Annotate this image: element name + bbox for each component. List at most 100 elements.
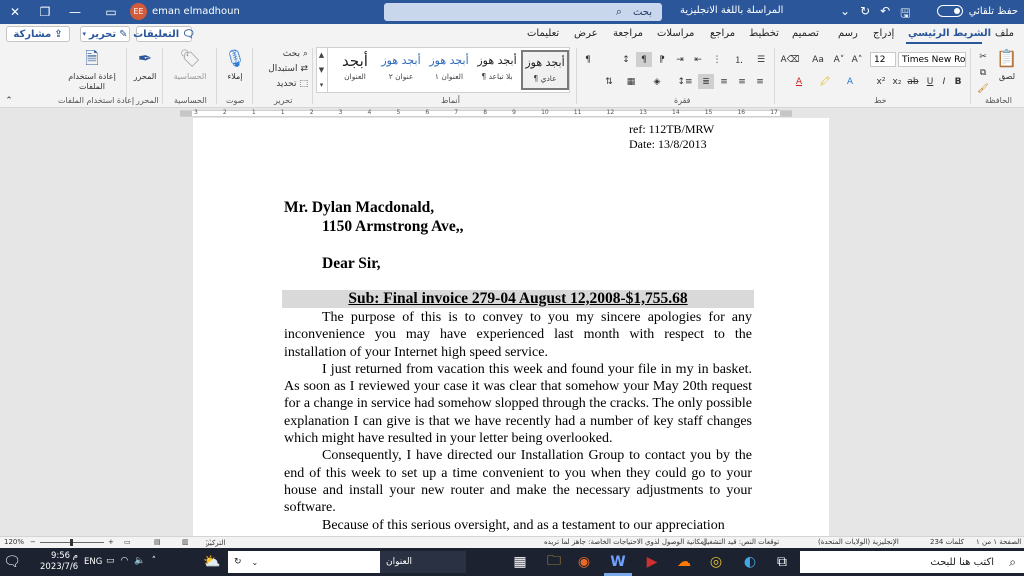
style-heading-2[interactable]: أبجد هوز عنوان ٢ — [377, 50, 425, 90]
taskbar-search[interactable]: ⌕ اكتب هنا للبحث — [800, 551, 1024, 573]
chevron-up-icon[interactable]: ▲ — [319, 51, 324, 59]
borders-icon[interactable]: ▦ — [622, 74, 640, 89]
print-layout-icon[interactable]: ▤ — [154, 538, 161, 546]
collapse-ribbon-icon[interactable]: ⌃ — [4, 96, 14, 106]
font-name-field[interactable]: Times New Roman — [898, 52, 966, 67]
zoom-level[interactable]: 120% — [4, 538, 24, 546]
style-no-spacing[interactable]: أبجد هوز ¶ بلا تباعد — [473, 50, 521, 90]
zoom-in-icon[interactable]: + — [108, 538, 114, 546]
tab-view[interactable]: عرض — [574, 28, 598, 39]
word-count[interactable]: 234 كلمات — [930, 538, 964, 546]
font-color-icon[interactable]: A — [790, 74, 808, 89]
chevron-up-icon[interactable]: ˄ — [152, 556, 157, 566]
share-button[interactable]: مشاركة ⇪ — [6, 26, 70, 42]
customize-toolbar-icon[interactable]: ⌄ — [840, 4, 850, 25]
word-app-icon[interactable]: W — [606, 552, 630, 572]
decrease-indent-icon[interactable]: ⇤ — [690, 52, 706, 67]
language-status[interactable]: الإنجليزية (الولايات المتحدة) — [818, 538, 899, 546]
select-button[interactable]: تحديد ⬚ — [262, 78, 308, 90]
show-marks-icon[interactable]: ¶ — [580, 52, 596, 67]
justify-icon[interactable]: ≣ — [698, 74, 714, 89]
user-account[interactable]: EE eman elmadhoun — [130, 3, 240, 20]
wifi-icon[interactable]: ◠ — [121, 556, 129, 566]
zoom-slider-thumb[interactable] — [70, 539, 73, 546]
text-direction-icon[interactable]: ⇅ — [600, 74, 618, 89]
system-clock[interactable]: 9:56 م 2023/7/6 — [40, 551, 78, 573]
align-right-icon[interactable]: ≡ — [752, 74, 768, 89]
align-center-icon[interactable]: ≡ — [734, 74, 750, 89]
news-widget-icon[interactable]: ⛅ — [200, 552, 224, 572]
ribbon-display-options-icon[interactable]: ▭ — [96, 0, 126, 24]
numbering-icon[interactable]: ⒈ — [730, 52, 748, 67]
tab-home[interactable]: الشريط الرئيسي — [908, 28, 991, 39]
bold-icon[interactable]: B — [952, 74, 964, 89]
underline-icon[interactable]: U — [924, 74, 936, 89]
autosave-toggle[interactable] — [936, 5, 963, 17]
document-page[interactable]: ref: 112TB/MRW Date: 13/8/2013 Mr. Dylan… — [193, 118, 829, 536]
zoom-out-icon[interactable]: − — [30, 538, 36, 546]
clear-formatting-icon[interactable]: A⌫ — [780, 52, 800, 67]
read-mode-icon[interactable]: ▥ — [182, 538, 189, 546]
redo-icon[interactable]: ↻ — [860, 4, 870, 25]
shading-icon[interactable]: ◈ — [648, 74, 666, 89]
volume-icon[interactable]: 🔈 — [134, 556, 145, 566]
more-styles-icon[interactable]: ▾ — [320, 81, 324, 89]
comments-button[interactable]: التعليقات 🗨 — [133, 26, 195, 42]
grow-font-icon[interactable]: A˄ — [848, 52, 866, 67]
refresh-icon[interactable]: ↻ — [234, 557, 242, 567]
highlight-icon[interactable]: 🖍 — [816, 74, 834, 89]
undo-icon[interactable]: ↶ — [880, 4, 890, 25]
tab-draw[interactable]: رسم — [838, 28, 858, 39]
minimize-window-button[interactable]: — — [60, 0, 90, 24]
align-left-icon[interactable]: ≡ — [716, 74, 732, 89]
task-view-icon[interactable]: ⧉ — [770, 552, 794, 572]
input-language[interactable]: ENG — [84, 557, 102, 567]
tab-layout[interactable]: تخطيط — [749, 28, 779, 39]
superscript-icon[interactable]: x² — [874, 74, 888, 89]
reuse-files-button[interactable]: 🗎 إعادة استخدام الملفات — [62, 48, 122, 92]
shrink-font-icon[interactable]: A˅ — [830, 52, 848, 67]
find-button[interactable]: بحث ⌕ — [262, 48, 308, 60]
bullets-icon[interactable]: ☰ — [752, 52, 770, 67]
file-explorer-icon[interactable]: 🗀 — [542, 552, 566, 572]
web-layout-icon[interactable]: ▭ — [124, 538, 131, 546]
style-heading-1[interactable]: أبجد هوز العنوان ١ — [425, 50, 473, 90]
tab-review[interactable]: مراجعة — [613, 28, 643, 39]
accessibility-status[interactable]: إمكانية الوصول لذوي الاحتياجات الخاصة: ج… — [544, 538, 706, 546]
strikethrough-icon[interactable]: ab — [906, 74, 920, 89]
text-predictions-status[interactable]: توقعات النص: قيد التشغيل — [702, 538, 779, 546]
style-normal[interactable]: أبجد هوز ¶ عادي — [521, 50, 569, 90]
style-title[interactable]: أبجد العنوان — [331, 50, 379, 90]
sensitivity-button[interactable]: 🏷 الحساسية — [168, 48, 212, 82]
horizontal-ruler[interactable]: 3 2 1 1 2 3 4 5 6 7 8 9 10 11 12 13 14 15 16 17 — [0, 108, 1024, 118]
restore-window-button[interactable]: ❐ — [30, 0, 60, 24]
change-case-icon[interactable]: Aa — [808, 52, 828, 67]
increase-indent-icon[interactable]: ⇥ — [672, 52, 688, 67]
save-icon[interactable]: 🖫 — [900, 4, 910, 25]
rtl-direction-icon[interactable]: ⁋ — [654, 52, 670, 67]
italic-icon[interactable]: I — [938, 74, 950, 89]
dictate-button[interactable]: 🎙 إملاء — [222, 48, 248, 82]
replace-button[interactable]: استبدال ⇄ — [262, 63, 308, 75]
format-painter-icon[interactable]: 🖌 — [976, 82, 990, 96]
cut-icon[interactable]: ✂ — [976, 50, 990, 64]
close-window-button[interactable]: ✕ — [0, 0, 30, 24]
battery-icon[interactable]: ▭ — [106, 556, 115, 566]
editing-mode-button[interactable]: ▾ تحرير ✎ — [80, 26, 130, 42]
app-icon-generic[interactable]: ▦ — [508, 552, 532, 572]
soundcloud-icon[interactable]: ☁ — [672, 552, 696, 572]
font-size-field[interactable]: 12 — [870, 52, 896, 67]
paste-button[interactable]: 📋 لصق — [994, 48, 1020, 82]
subscript-icon[interactable]: x₂ — [890, 74, 904, 89]
ltr-direction-icon[interactable]: ¶ — [636, 52, 652, 67]
tab-insert[interactable]: إدراج — [873, 28, 894, 39]
autosave-control[interactable]: حفظ تلقائي — [936, 5, 1018, 17]
sort-icon[interactable]: ↕ — [618, 52, 634, 67]
search-box[interactable]: ⌕ بحث — [384, 3, 662, 21]
multilevel-list-icon[interactable]: ⋮ — [708, 52, 726, 67]
tab-help[interactable]: تعليمات — [527, 28, 559, 39]
copy-icon[interactable]: ⧉ — [976, 66, 990, 80]
edge-icon[interactable]: ◐ — [738, 552, 762, 572]
tab-mailings[interactable]: مراسلات — [657, 28, 694, 39]
browser-address-box[interactable]: ↻ ⌄ — [228, 551, 380, 573]
